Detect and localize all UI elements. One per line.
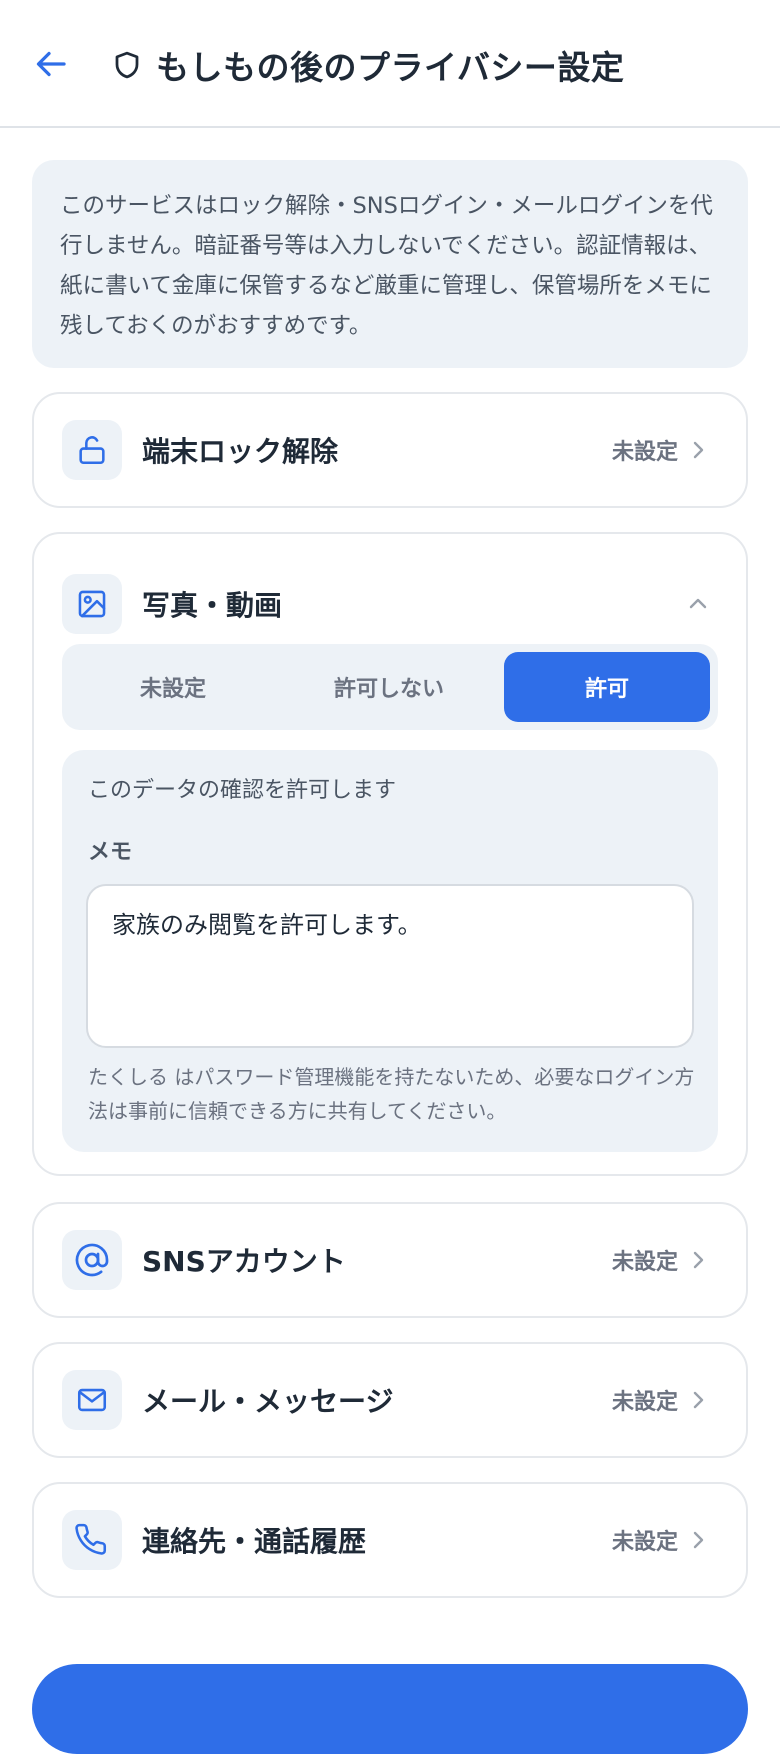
page-title: もしもの後のプライバシー設定 (156, 48, 625, 87)
icon-box (62, 1510, 122, 1570)
phone-icon (75, 1523, 107, 1555)
icon-box (62, 420, 122, 480)
status-text: 未設定 (611, 440, 678, 465)
status-text: 未設定 (611, 1250, 678, 1275)
mail-icon (77, 1388, 107, 1412)
device-unlock-row[interactable]: 端末ロック解除 未設定 (34, 394, 746, 506)
chevron-up-icon (689, 598, 707, 609)
at-sign-icon (75, 1243, 109, 1277)
back-button[interactable] (30, 42, 74, 86)
memo-textarea[interactable]: 家族のみ閲覧を許可します。 (86, 884, 694, 1048)
memo-label: メモ (88, 840, 133, 865)
title-group: もしもの後のプライバシー設定 (112, 40, 624, 90)
chevron-right-icon (693, 1391, 704, 1409)
status-text: 未設定 (611, 1530, 678, 1555)
option-unset[interactable]: 未設定 (70, 652, 276, 722)
unlock-icon (79, 436, 105, 465)
icon-box (62, 574, 122, 634)
row-label: メール・メッセージ (142, 1385, 394, 1418)
icon-box (62, 1370, 122, 1430)
chevron-right-icon (693, 1251, 704, 1269)
contacts-row[interactable]: 連絡先・通話履歴 未設定 (34, 1484, 746, 1596)
app-header: もしもの後のプライバシー設定 (0, 0, 780, 128)
sns-row[interactable]: SNSアカウント 未設定 (34, 1204, 746, 1316)
icon-box (62, 1230, 122, 1290)
permission-segmented-control: 未設定 許可しない 許可 (62, 644, 718, 730)
chevron-right-icon (693, 441, 704, 459)
option-allow[interactable]: 許可 (504, 652, 710, 722)
memo-note: たくしる はパスワード管理機能を持たないため、必要なログイン方法は事前に信頼でき… (88, 1065, 695, 1123)
sns-card: SNSアカウント 未設定 (32, 1202, 748, 1318)
notice-box: このサービスはロック解除・SNSログイン・メールログインを代行しません。暗証番号… (32, 160, 748, 368)
row-label: 端末ロック解除 (142, 435, 339, 468)
permission-detail-panel: このデータの確認を許可します メモ 家族のみ閲覧を許可します。 たくしる はパス… (62, 750, 718, 1152)
shield-icon (115, 51, 139, 79)
primary-action-button[interactable] (32, 1664, 748, 1754)
status-text: 未設定 (611, 1390, 678, 1415)
chevron-right-icon (693, 1531, 704, 1549)
arrow-left-icon (36, 51, 66, 77)
permission-description: このデータの確認を許可します (88, 778, 397, 803)
image-icon (78, 590, 106, 618)
mail-card: メール・メッセージ 未設定 (32, 1342, 748, 1458)
device-unlock-card: 端末ロック解除 未設定 (32, 392, 748, 508)
photos-videos-card: 写真・動画 未設定 許可しない 許可 このデータの確認を許可します メモ 家族の… (32, 532, 748, 1176)
contacts-card: 連絡先・通話履歴 未設定 (32, 1482, 748, 1598)
mail-row[interactable]: メール・メッセージ 未設定 (34, 1344, 746, 1456)
option-deny[interactable]: 許可しない (286, 652, 492, 722)
row-label: SNSアカウント (142, 1245, 346, 1278)
row-label: 連絡先・通話履歴 (142, 1525, 367, 1558)
